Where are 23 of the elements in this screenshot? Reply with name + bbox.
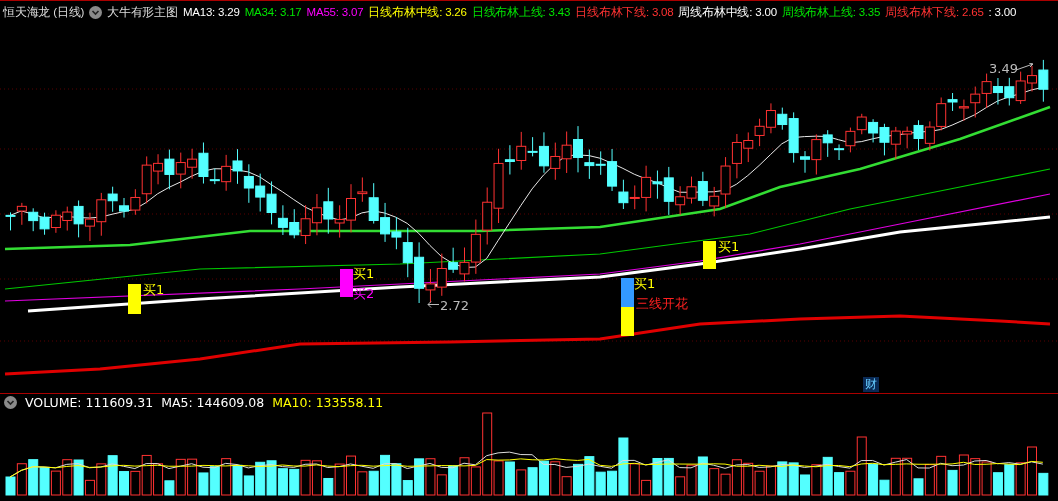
indicator-value: MA13: 3.29 <box>182 6 240 18</box>
indicator-value: 日线布林中线: 3.26 <box>368 4 467 20</box>
signal-label: 买1 <box>718 239 740 254</box>
indicator-value: MA34: 3.17 <box>244 6 302 18</box>
indicator-value: : 3.00 <box>988 6 1017 18</box>
indicator-value: 周线布林中线: 3.00 <box>678 4 777 20</box>
indicator-value: 日线布林上线: 3.43 <box>471 4 571 20</box>
low-price-label: 2.72 <box>440 298 469 313</box>
signal-label: 三线开花 <box>636 296 688 311</box>
stock-title: 恒天海龙 (日线) <box>3 4 85 20</box>
indicator-value: MA55: 3.07 <box>306 6 364 18</box>
high-price-label: 3.49 <box>989 61 1018 76</box>
indicator-name: 大牛有形主图 <box>107 4 178 20</box>
volume-value: MA10: 133558.11 <box>272 395 384 410</box>
signal-label: 买1 <box>634 276 656 291</box>
signal-label: 买1 <box>353 266 375 281</box>
volume-value: MA5: 144609.08 <box>161 395 265 410</box>
finance-badge[interactable]: 财 <box>863 377 879 392</box>
signal-label: 买1 <box>143 282 165 297</box>
volume-value: VOLUME: 111609.31 <box>25 395 154 410</box>
indicator-value: 周线布林下线: 2.65 <box>885 4 984 20</box>
indicator-value: 周线布林上线: 3.35 <box>781 4 881 20</box>
indicator-value: 日线布林下线: 3.08 <box>575 4 674 20</box>
